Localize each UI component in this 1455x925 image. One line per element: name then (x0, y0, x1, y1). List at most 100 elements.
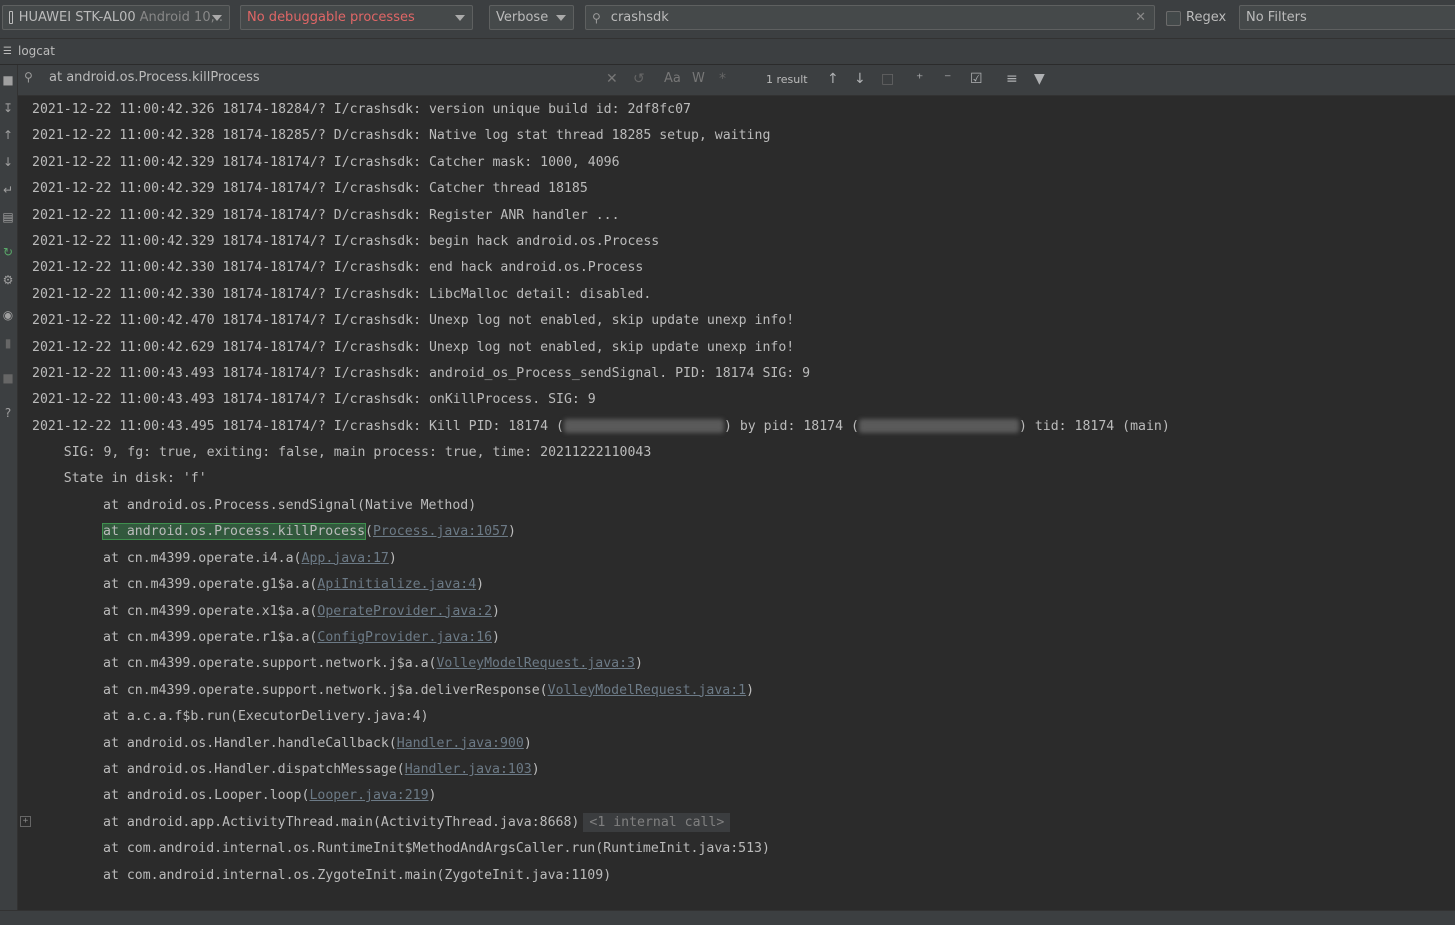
stack-frame-tail: ) (634, 656, 643, 672)
stack-frame-tail: ) (388, 550, 397, 566)
stack-frame-tail: ) (428, 788, 437, 804)
find-query[interactable]: at android.os.Process.killProcess (49, 70, 260, 85)
search-icon: ⚲ (592, 10, 601, 25)
device-name: HUAWEI STK-AL00 (18, 10, 136, 25)
logcat-toolbar: HUAWEI STK-AL00 Android 10, . No debugga… (0, 0, 1455, 39)
arrow-up-icon[interactable]: ↑ (827, 71, 839, 87)
log-line: SIG: 9, fg: true, exiting: false, main p… (32, 445, 652, 460)
stack-frame: at android.os.Process.sendSignal(Native … (103, 493, 476, 519)
log-output: 2021-12-22 11:00:42.326 18174-18284/? I/… (18, 96, 1455, 910)
stack-frame: at cn.m4399.operate.g1$a.a(ApiInitialize… (103, 572, 484, 598)
select-all-icon[interactable]: □ (881, 71, 894, 87)
filter-selector[interactable]: No Filters (1239, 5, 1455, 30)
log-line: 2021-12-22 11:00:42.329 18174-18174/? I/… (32, 154, 620, 170)
regex-label: Regex (1186, 10, 1227, 25)
tab-logcat[interactable]: logcat (18, 44, 55, 58)
soft-wrap-icon[interactable]: ↵ (1, 183, 15, 197)
scroll-to-end-icon[interactable]: ↧ (1, 101, 15, 115)
stack-frame-text: at cn.m4399.operate.support.network.j$a.… (103, 656, 437, 672)
redacted-package (563, 419, 724, 433)
whole-word-toggle[interactable]: W (692, 71, 705, 86)
camera-icon[interactable]: ◉ (1, 308, 15, 322)
stack-frame: at com.android.internal.os.ZygoteInit.ma… (103, 863, 611, 889)
log-line: 2021-12-22 11:00:43.495 18174-18174/? I/… (32, 414, 1170, 440)
log-line: 2021-12-22 11:00:42.326 18174-18284/? I/… (32, 102, 691, 117)
arrow-down-icon[interactable]: ↓ (854, 71, 866, 87)
kill-line-mid: ) by pid: 18174 ( (723, 419, 859, 434)
print-icon[interactable]: ▤ (1, 210, 15, 224)
stack-frame-text: at com.android.internal.os.ZygoteInit.ma… (103, 867, 612, 883)
stack-frame-text: at com.android.internal.os.RuntimeInit$M… (103, 841, 770, 857)
log-level-label: Verbose (496, 10, 549, 25)
stack-frame: at com.android.internal.os.RuntimeInit$M… (103, 836, 770, 862)
stack-frame: at cn.m4399.operate.i4.a(App.java:17) (103, 546, 397, 572)
result-count: 1 result (766, 73, 808, 86)
process-label: No debuggable processes (247, 10, 415, 25)
filter-label: No Filters (1246, 10, 1307, 25)
arrow-down-icon[interactable]: ↓ (1, 155, 15, 169)
source-link[interactable]: VolleyModelRequest.java:1 (548, 683, 747, 698)
device-selector[interactable]: HUAWEI STK-AL00 Android 10, . (2, 5, 230, 30)
source-link[interactable]: OperateProvider.java:2 (317, 604, 492, 619)
source-link[interactable]: ApiInitialize.java:4 (317, 577, 476, 592)
stop-icon[interactable]: ■ (1, 371, 15, 385)
source-link[interactable]: Looper.java:219 (309, 788, 428, 803)
internal-call-fold[interactable]: <1 internal call> (583, 812, 731, 832)
regex-toggle-icon[interactable]: * (719, 71, 726, 87)
stack-frame-text: at android.os.Process.sendSignal(Native … (103, 498, 477, 513)
trash-icon[interactable]: ■ (1, 73, 15, 87)
stack-frame: at cn.m4399.operate.support.network.j$a.… (103, 678, 754, 704)
log-line: 2021-12-22 11:00:42.470 18174-18174/? I/… (32, 313, 795, 329)
regex-checkbox[interactable] (1166, 11, 1181, 26)
stack-frame: at android.os.Process.killProcess(Proces… (101, 519, 516, 545)
clear-icon[interactable]: ✕ (1135, 10, 1146, 25)
source-link[interactable]: ConfigProvider.java:16 (317, 630, 492, 645)
remove-occurrence-icon[interactable]: ⁻ (944, 71, 951, 87)
device-os: Android 10, . (139, 10, 223, 25)
redacted-package (858, 419, 1019, 433)
stack-frame-text: ( (365, 524, 373, 540)
source-link[interactable]: Handler.java:900 (397, 736, 524, 751)
source-link[interactable]: VolleyModelRequest.java:3 (436, 656, 635, 671)
filter-icon[interactable]: ▼ (1034, 71, 1045, 87)
chevron-down-icon (212, 15, 222, 21)
stack-frame-text: at cn.m4399.operate.r1$a.a( (103, 630, 318, 645)
source-link[interactable]: Handler.java:103 (405, 762, 532, 777)
menu-icon[interactable]: ☰ (3, 46, 12, 57)
add-occurrence-icon[interactable]: ⁺ (916, 71, 923, 87)
match-case-toggle[interactable]: Aa (664, 71, 681, 86)
sort-icon[interactable]: ≡ (1006, 71, 1018, 87)
log-level-selector[interactable]: Verbose (489, 5, 574, 30)
stack-frame: at a.c.a.f$b.run(ExecutorDelivery.java:4… (103, 704, 429, 730)
log-line: 2021-12-22 11:00:42.629 18174-18174/? I/… (32, 339, 795, 355)
source-link[interactable]: App.java:17 (302, 551, 389, 566)
stack-frame-tail: ) (492, 630, 500, 645)
arrow-up-icon[interactable]: ↑ (1, 128, 15, 142)
expand-icon[interactable]: + (20, 816, 31, 827)
search-icon: ⚲ (24, 70, 33, 84)
logcat-sidebar: ■ ↧ ↑ ↓ ↵ ▤ ↻ ⚙ ◉ ▮ ■ ? (0, 65, 18, 910)
stack-frame-text: at android.os.Looper.loop( (103, 788, 310, 804)
process-selector[interactable]: No debuggable processes (240, 5, 473, 30)
stack-frame-text: at cn.m4399.operate.x1$a.a( (103, 603, 318, 619)
stack-frame-text: at a.c.a.f$b.run(ExecutorDelivery.java:4… (103, 709, 429, 725)
log-line: 2021-12-22 11:00:42.329 18174-18174/? I/… (32, 181, 588, 197)
gear-icon[interactable]: ⚙ (1, 273, 15, 287)
tab-bar: ☰ logcat (0, 39, 1455, 65)
kill-line-prefix: 2021-12-22 11:00:43.495 18174-18174/? I/… (32, 419, 564, 434)
select-all-occurrences-icon[interactable]: ☑ (970, 71, 983, 87)
replace-icon[interactable]: ↺ (633, 71, 645, 87)
source-link[interactable]: Process.java:1057 (373, 524, 508, 539)
close-icon[interactable]: ✕ (606, 71, 618, 87)
log-line: 2021-12-22 11:00:43.493 18174-18174/? I/… (32, 366, 811, 381)
help-icon[interactable]: ? (1, 406, 15, 420)
video-icon[interactable]: ▮ (1, 336, 15, 350)
stack-frame-tail: ) (523, 735, 532, 751)
log-line: 2021-12-22 11:00:42.329 18174-18174/? I/… (32, 234, 660, 249)
stack-frame: at cn.m4399.operate.r1$a.a(ConfigProvide… (103, 625, 500, 651)
log-line: 2021-12-22 11:00:42.329 18174-18174/? D/… (32, 207, 620, 223)
stack-frame: at cn.m4399.operate.support.network.j$a.… (103, 651, 643, 677)
search-input[interactable]: ⚲ crashsdk ✕ (585, 5, 1155, 30)
search-match: at android.os.Process.killProcess (101, 523, 367, 541)
restart-icon[interactable]: ↻ (1, 245, 15, 259)
